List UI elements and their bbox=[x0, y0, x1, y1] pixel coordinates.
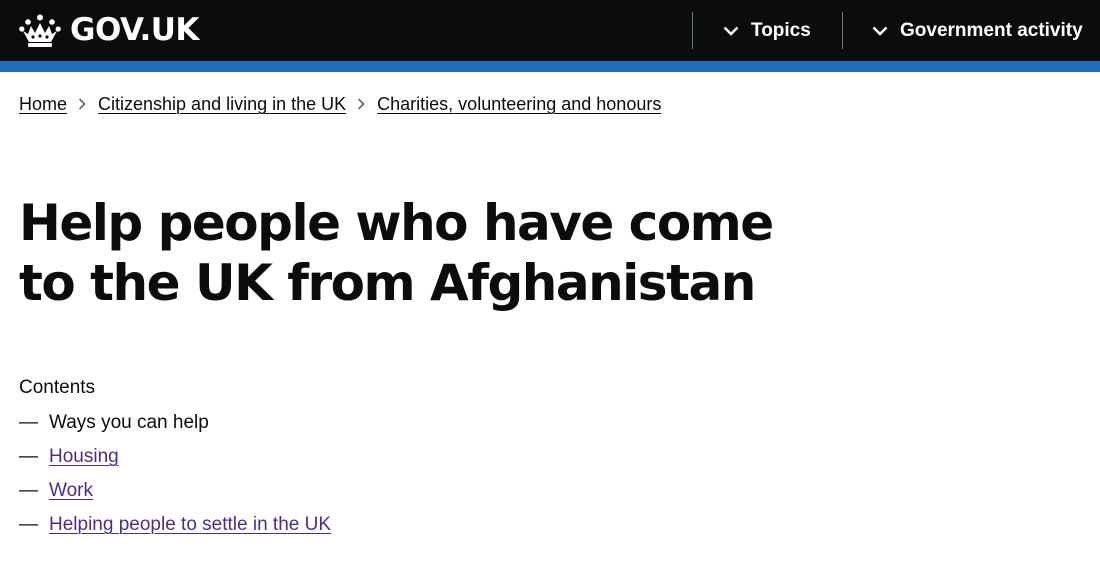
dash-marker: — bbox=[19, 412, 38, 433]
breadcrumb-home[interactable]: Home bbox=[19, 92, 67, 116]
breadcrumb-citizenship[interactable]: Citizenship and living in the UK bbox=[98, 92, 346, 116]
chevron-down-icon bbox=[872, 26, 888, 36]
contents-list: — Ways you can help — Housing — Work — H… bbox=[19, 411, 331, 547]
list-item: — Work bbox=[19, 479, 331, 513]
contents-link-work[interactable]: Work bbox=[49, 479, 93, 503]
breadcrumb: Home Citizenship and living in the UK Ch… bbox=[19, 92, 661, 116]
contents-heading: Contents bbox=[19, 377, 96, 398]
chevron-right-icon bbox=[78, 98, 86, 110]
contents-link-settle[interactable]: Helping people to settle in the UK bbox=[49, 513, 331, 537]
breadcrumb-charities[interactable]: Charities, volunteering and honours bbox=[377, 92, 661, 116]
site-header: GOV.UK Topics Government activity bbox=[0, 0, 1100, 61]
govuk-logo-link[interactable]: GOV.UK bbox=[19, 12, 199, 48]
list-item: — Ways you can help bbox=[19, 411, 331, 445]
chevron-down-icon bbox=[723, 26, 739, 36]
header-accent-bar bbox=[0, 61, 1100, 72]
topics-menu-button[interactable]: Topics bbox=[723, 18, 811, 44]
contents-link-housing[interactable]: Housing bbox=[49, 445, 119, 469]
list-item: — Helping people to settle in the UK bbox=[19, 513, 331, 547]
chevron-right-icon bbox=[358, 98, 365, 110]
contents-item-current: Ways you can help bbox=[49, 412, 209, 433]
logo-text: GOV.UK bbox=[70, 12, 199, 48]
list-item: — Housing bbox=[19, 445, 331, 479]
crown-icon bbox=[19, 14, 61, 47]
dash-marker: — bbox=[19, 446, 38, 467]
government-activity-menu-button[interactable]: Government activity bbox=[872, 18, 1083, 44]
nav-divider bbox=[692, 12, 693, 49]
government-activity-label: Government activity bbox=[900, 20, 1083, 41]
dash-marker: — bbox=[19, 514, 38, 535]
nav-divider bbox=[842, 12, 843, 49]
dash-marker: — bbox=[19, 480, 38, 501]
page-title: Help people who have come to the UK from… bbox=[19, 194, 774, 312]
topics-label: Topics bbox=[751, 20, 811, 41]
